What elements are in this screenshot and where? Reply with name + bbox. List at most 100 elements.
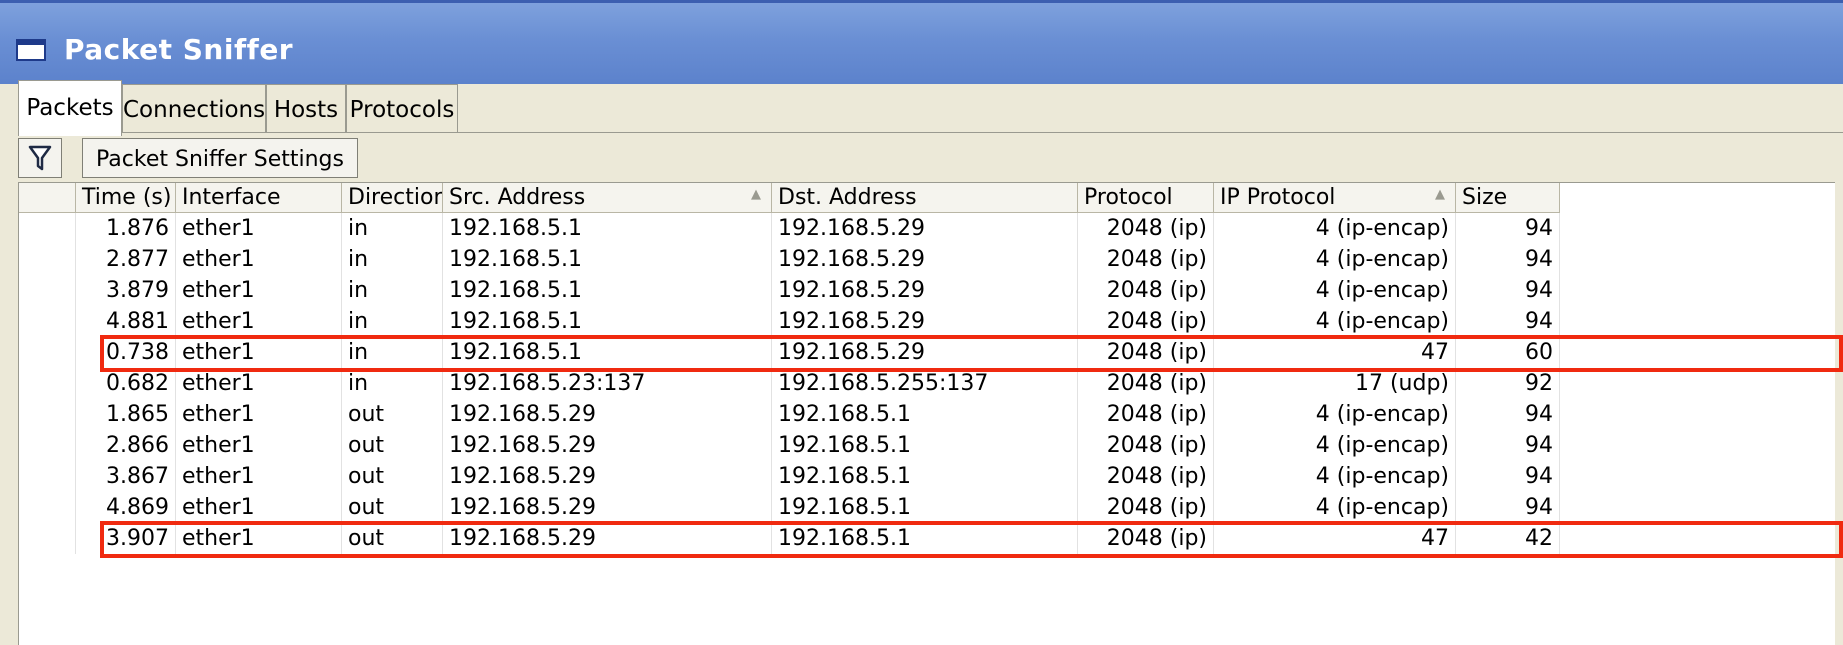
cell-marker bbox=[19, 275, 76, 306]
column-header-interface[interactable]: Interface bbox=[176, 183, 342, 213]
cell-interface: ether1 bbox=[176, 461, 342, 492]
cell-size: 94 bbox=[1456, 461, 1560, 492]
cell-ip-protocol: 47 bbox=[1214, 523, 1456, 554]
column-header-ip-protocol-label: IP Protocol bbox=[1220, 185, 1336, 210]
filter-funnel-icon bbox=[28, 145, 52, 171]
cell-direction: out bbox=[342, 430, 443, 461]
cell-time: 1.876 bbox=[76, 213, 176, 244]
cell-dst-address: 192.168.5.29 bbox=[772, 275, 1078, 306]
column-header-direction[interactable]: Direction bbox=[342, 183, 443, 213]
cell-interface: ether1 bbox=[176, 337, 342, 368]
toolbar: Packet Sniffer Settings bbox=[18, 138, 1843, 182]
cell-marker bbox=[19, 430, 76, 461]
tab-hosts[interactable]: Hosts bbox=[266, 84, 346, 132]
tab-connections[interactable]: Connections bbox=[122, 84, 266, 132]
cell-interface: ether1 bbox=[176, 275, 342, 306]
cell-src-address: 192.168.5.1 bbox=[443, 244, 772, 275]
table-row[interactable]: 0.738 ether1 in 192.168.5.1 192.168.5.29 2048… bbox=[19, 337, 1843, 368]
cell-direction: in bbox=[342, 213, 443, 244]
cell-size: 94 bbox=[1456, 306, 1560, 337]
column-header-marker[interactable] bbox=[19, 183, 76, 213]
cell-ip-protocol: 4 (ip-encap) bbox=[1214, 213, 1456, 244]
column-header-dst-address[interactable]: Dst. Address bbox=[772, 183, 1078, 213]
cell-time: 1.865 bbox=[76, 399, 176, 430]
table-row[interactable]: 0.682 ether1 in 192.168.5.23:137 192.168.5.2… bbox=[19, 368, 1843, 399]
cell-protocol: 2048 (ip) bbox=[1078, 399, 1214, 430]
table-row[interactable]: 3.879 ether1 in 192.168.5.1 192.168.5.29 2048… bbox=[19, 275, 1843, 306]
title-bar[interactable]: Packet Sniffer bbox=[0, 0, 1843, 84]
cell-time: 0.738 bbox=[76, 337, 176, 368]
table-row[interactable]: 1.865 ether1 out 192.168.5.29 192.168.5.1 204… bbox=[19, 399, 1843, 430]
cell-dst-address: 192.168.5.29 bbox=[772, 306, 1078, 337]
cell-dst-address: 192.168.5.29 bbox=[772, 244, 1078, 275]
tab-protocols[interactable]: Protocols bbox=[346, 84, 458, 132]
cell-direction: out bbox=[342, 492, 443, 523]
table-row[interactable]: 1.876 ether1 in 192.168.5.1 192.168.5.29 2048… bbox=[19, 213, 1843, 244]
cell-interface: ether1 bbox=[176, 399, 342, 430]
cell-interface: ether1 bbox=[176, 523, 342, 554]
cell-marker bbox=[19, 213, 76, 244]
cell-marker bbox=[19, 492, 76, 523]
cell-src-address: 192.168.5.29 bbox=[443, 461, 772, 492]
table-row[interactable]: 4.869 ether1 out 192.168.5.29 192.168.5.1 204… bbox=[19, 492, 1843, 523]
cell-marker bbox=[19, 368, 76, 399]
tab-packets[interactable]: Packets bbox=[18, 80, 122, 136]
cell-time: 3.879 bbox=[76, 275, 176, 306]
cell-time: 4.869 bbox=[76, 492, 176, 523]
column-header-protocol[interactable]: Protocol bbox=[1078, 183, 1214, 213]
cell-direction: out bbox=[342, 461, 443, 492]
cell-size: 92 bbox=[1456, 368, 1560, 399]
cell-ip-protocol: 4 (ip-encap) bbox=[1214, 399, 1456, 430]
cell-interface: ether1 bbox=[176, 306, 342, 337]
cell-size: 94 bbox=[1456, 492, 1560, 523]
table-row[interactable]: 3.907 ether1 out 192.168.5.29 192.168.5.1 204… bbox=[19, 523, 1843, 554]
column-header-ip-protocol[interactable]: IP Protocol ▲ bbox=[1214, 183, 1456, 213]
cell-src-address: 192.168.5.1 bbox=[443, 306, 772, 337]
cell-dst-address: 192.168.5.255:137 bbox=[772, 368, 1078, 399]
table-row[interactable]: 2.866 ether1 out 192.168.5.29 192.168.5.1 204… bbox=[19, 430, 1843, 461]
cell-dst-address: 192.168.5.1 bbox=[772, 523, 1078, 554]
packets-table: Time (s) Interface Direction Src. Addres… bbox=[18, 182, 1843, 645]
cell-ip-protocol: 4 (ip-encap) bbox=[1214, 244, 1456, 275]
cell-src-address: 192.168.5.29 bbox=[443, 492, 772, 523]
cell-dst-address: 192.168.5.1 bbox=[772, 461, 1078, 492]
sort-ascending-icon: ▲ bbox=[751, 187, 761, 202]
cell-ip-protocol: 17 (udp) bbox=[1214, 368, 1456, 399]
cell-protocol: 2048 (ip) bbox=[1078, 523, 1214, 554]
cell-src-address: 192.168.5.29 bbox=[443, 430, 772, 461]
cell-time: 0.682 bbox=[76, 368, 176, 399]
window-title: Packet Sniffer bbox=[64, 33, 294, 66]
cell-src-address: 192.168.5.1 bbox=[443, 213, 772, 244]
cell-direction: out bbox=[342, 399, 443, 430]
window-right-edge bbox=[1835, 182, 1843, 645]
packet-sniffer-window: Packet Sniffer Packets Connections Hosts… bbox=[0, 0, 1843, 645]
window-icon bbox=[16, 39, 46, 61]
cell-direction: in bbox=[342, 368, 443, 399]
cell-direction: in bbox=[342, 337, 443, 368]
cell-interface: ether1 bbox=[176, 430, 342, 461]
table-row[interactable]: 3.867 ether1 out 192.168.5.29 192.168.5.1 204… bbox=[19, 461, 1843, 492]
cell-time: 4.881 bbox=[76, 306, 176, 337]
cell-size: 94 bbox=[1456, 244, 1560, 275]
column-header-time[interactable]: Time (s) bbox=[76, 183, 176, 213]
cell-protocol: 2048 (ip) bbox=[1078, 461, 1214, 492]
cell-marker bbox=[19, 337, 76, 368]
cell-src-address: 192.168.5.1 bbox=[443, 275, 772, 306]
cell-protocol: 2048 (ip) bbox=[1078, 213, 1214, 244]
cell-ip-protocol: 4 (ip-encap) bbox=[1214, 492, 1456, 523]
cell-size: 42 bbox=[1456, 523, 1560, 554]
filter-button[interactable] bbox=[18, 138, 62, 178]
column-header-src-address[interactable]: Src. Address ▲ bbox=[443, 183, 772, 213]
packet-sniffer-settings-button[interactable]: Packet Sniffer Settings bbox=[82, 138, 358, 178]
table-row[interactable]: 4.881 ether1 in 192.168.5.1 192.168.5.29 2048… bbox=[19, 306, 1843, 337]
cell-interface: ether1 bbox=[176, 244, 342, 275]
cell-size: 60 bbox=[1456, 337, 1560, 368]
cell-interface: ether1 bbox=[176, 368, 342, 399]
table-row[interactable]: 2.877 ether1 in 192.168.5.1 192.168.5.29 2048… bbox=[19, 244, 1843, 275]
cell-protocol: 2048 (ip) bbox=[1078, 430, 1214, 461]
cell-protocol: 2048 (ip) bbox=[1078, 337, 1214, 368]
cell-size: 94 bbox=[1456, 399, 1560, 430]
cell-time: 2.877 bbox=[76, 244, 176, 275]
column-header-size[interactable]: Size bbox=[1456, 183, 1560, 213]
cell-src-address: 192.168.5.23:137 bbox=[443, 368, 772, 399]
